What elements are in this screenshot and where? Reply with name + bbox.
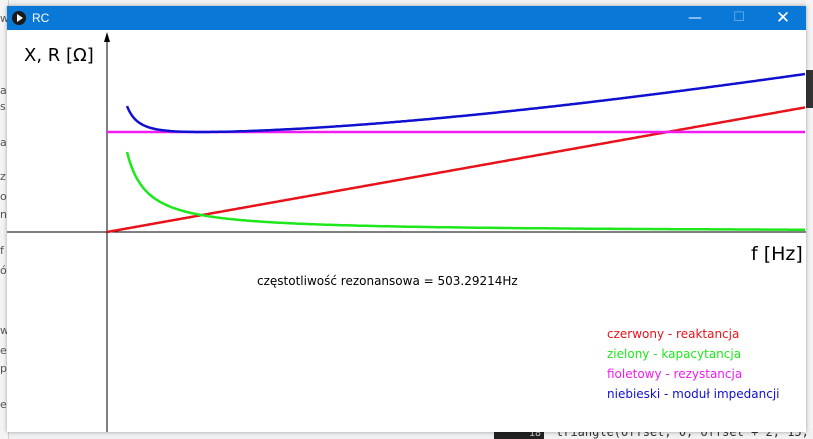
app-play-icon [12, 11, 26, 25]
legend-item-modul-impedancji: niebieski - moduł impedancji [607, 387, 780, 401]
x-axis-label: f [Hz] [751, 243, 803, 265]
window-title: RC [32, 11, 50, 25]
legend-item-kapacytancja: zielony - kapacytancja [607, 347, 742, 361]
legend-item-rezystancja: fioletowy - rezystancja [607, 367, 743, 381]
series-line-reaktancja [106, 106, 806, 234]
background-editor-right [806, 0, 813, 439]
series-line-kapacytancja [125, 151, 805, 231]
series-line-modul-impedancji [125, 72, 806, 134]
title-bar[interactable]: RC — ☐ ✕ [7, 6, 806, 30]
close-button[interactable]: ✕ [761, 6, 805, 30]
plot-canvas: X, R [Ω] f [Hz] częstotliwość rezonansow… [7, 30, 806, 432]
legend: czerwony - reaktancja zielony - kapacyta… [607, 324, 780, 404]
legend-item-reaktancja: czerwony - reaktancja [607, 327, 740, 341]
y-axis-arrow [104, 32, 110, 42]
y-axis-label: X, R [Ω] [24, 45, 94, 66]
maximize-button[interactable]: ☐ [717, 6, 761, 30]
minimize-button[interactable]: — [673, 6, 717, 30]
resonance-frequency-text: częstotliwość rezonansowa = 503.29214Hz [257, 274, 518, 288]
rc-window: RC — ☐ ✕ X, R [Ω] f [Hz] częstotliwość r… [7, 6, 806, 432]
